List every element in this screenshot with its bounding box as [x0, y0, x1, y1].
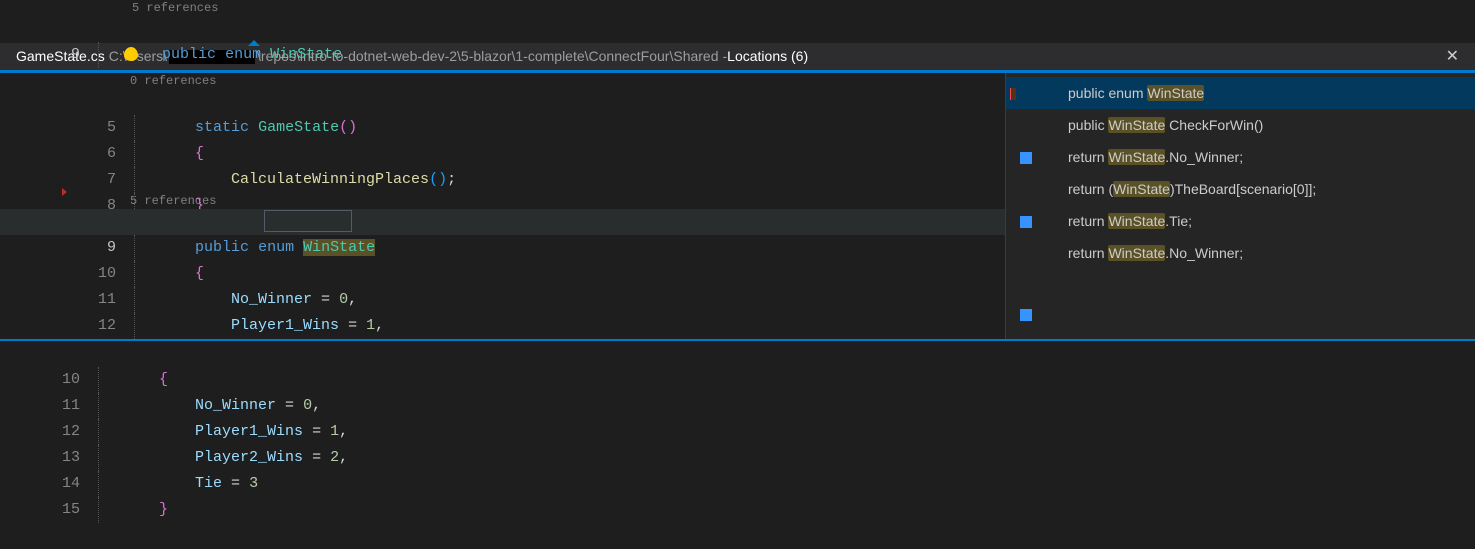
marker-icon — [1020, 152, 1032, 164]
peek-body: 0 references 5 static GameState() 6 { 7 … — [0, 72, 1475, 339]
line-number: 15 — [36, 497, 98, 523]
location-item[interactable]: public WinState CheckForWin() — [1006, 109, 1475, 141]
loc-text: public enum WinState — [1068, 85, 1204, 101]
peek-locations-list[interactable]: public enum WinState public WinState Che… — [1005, 73, 1475, 339]
main-editor-bottom[interactable]: 10 { 11 No_Winner = 0, 12 Player1_Wins =… — [0, 341, 1475, 497]
code-line[interactable]: 15 } — [0, 471, 1475, 497]
code-line[interactable]: 10 { — [0, 235, 1005, 261]
fold-column — [98, 497, 106, 523]
code-line[interactable]: 5 static GameState() — [0, 89, 1005, 115]
code-line[interactable]: 11 No_Winner = 0, — [0, 367, 1475, 393]
peek-caret-icon — [248, 40, 260, 46]
location-item[interactable]: return WinState.No_Winner; — [1006, 237, 1475, 269]
code-line[interactable]: 12 Player1_Wins = 1, — [0, 393, 1475, 419]
error-marker-icon — [62, 188, 67, 196]
keyword-enum: enum — [225, 46, 261, 63]
codelens-top[interactable]: 5 references — [0, 0, 1475, 16]
code-line[interactable]: 7 CalculateWinningPlaces(); — [0, 141, 1005, 167]
peek-locations-label: Locations (6) — [727, 42, 808, 71]
lightbulb-icon[interactable] — [124, 47, 138, 61]
code-line[interactable]: 12 Player1_Wins = 1, — [0, 287, 1005, 313]
location-item[interactable]: return WinState.Tie; — [1006, 205, 1475, 237]
main-editor-top[interactable]: 5 references 9 public enum WinState — [0, 0, 1475, 42]
peek-view: GameState.cs C:\Users\\repos\intro-to-do… — [0, 42, 1475, 341]
location-item[interactable]: return WinState.No_Winner; — [1006, 141, 1475, 173]
loc-text: public WinState CheckForWin() — [1068, 117, 1263, 133]
marker-icon — [1010, 88, 1016, 100]
loc-text: return (WinState)TheBoard[scenario[0]]; — [1068, 181, 1316, 197]
type-winstate: WinState — [270, 46, 342, 63]
code-line-9-top[interactable]: 9 public enum WinState — [0, 16, 1475, 42]
code-line[interactable]: 10 { — [0, 341, 1475, 367]
location-item[interactable]: public enum WinState — [1006, 77, 1475, 109]
selection-outline — [264, 210, 352, 232]
marker-icon — [1020, 216, 1032, 228]
code-line[interactable]: 11 No_Winner = 0, — [0, 261, 1005, 287]
code-line-selected[interactable]: 9 public enum WinState — [0, 209, 1005, 235]
code-line[interactable]: 14 Tie = 3 — [0, 445, 1475, 471]
loc-text: return WinState.No_Winner; — [1068, 149, 1243, 165]
code-line[interactable]: 13 Player2_Wins = 2, — [0, 313, 1005, 339]
loc-text: return WinState.Tie; — [1068, 213, 1192, 229]
location-item[interactable]: return (WinState)TheBoard[scenario[0]]; — [1006, 173, 1475, 205]
location-item-spacer — [1006, 269, 1475, 329]
line-number: 9 — [36, 42, 98, 68]
loc-text: return WinState.No_Winner; — [1068, 245, 1243, 261]
code-line[interactable]: 6 { — [0, 115, 1005, 141]
close-icon[interactable]: ✕ — [1438, 42, 1467, 71]
keyword-public: public — [162, 46, 216, 63]
fold-column — [98, 42, 106, 68]
codelens-1[interactable]: 0 references — [0, 73, 1005, 89]
code-line[interactable]: 8 } — [0, 167, 1005, 193]
peek-code-pane[interactable]: 0 references 5 static GameState() 6 { 7 … — [0, 73, 1005, 339]
code-line[interactable]: 13 Player2_Wins = 2, — [0, 419, 1475, 445]
marker-icon — [1020, 309, 1032, 321]
brace: } — [159, 501, 168, 518]
